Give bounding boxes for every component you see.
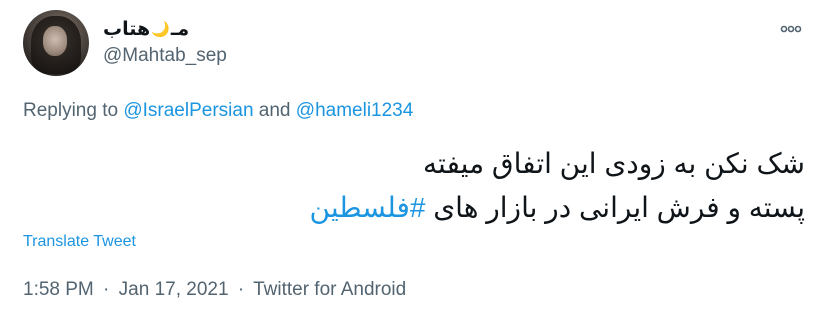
tweet-card: مـ 🌙 هتاب @Mahtab_sep Replying to @Israe…: [0, 0, 827, 323]
tweet-line-1: شک نکن به زودی این اتفاق میفته: [423, 148, 805, 179]
replying-conjunction: and: [258, 100, 291, 121]
display-name-suffix: هتاب: [103, 18, 151, 40]
tweet-source: Twitter for Android: [253, 279, 407, 300]
translate-tweet-link[interactable]: Translate Tweet: [23, 233, 136, 251]
more-horizontal-icon: [780, 25, 802, 33]
tweet-line-2-text: پسته و فرش ایرانی در بازار های: [433, 192, 805, 223]
tweet-line-2: پسته و فرش ایرانی در بازار های #فلسطین: [310, 186, 805, 230]
tweet-date[interactable]: Jan 17, 2021: [119, 279, 229, 300]
tweet-meta: 1:58 PM · Jan 17, 2021 · Twitter for And…: [23, 279, 406, 301]
meta-separator: ·: [103, 279, 110, 300]
tweet-text: شک نکن به زودی این اتفاق میفته پسته و فر…: [310, 142, 805, 230]
tweet-time[interactable]: 1:58 PM: [23, 279, 94, 300]
display-name-prefix: مـ: [170, 18, 190, 40]
mention-link-hameli1234[interactable]: @hameli1234: [296, 100, 414, 121]
crescent-moon-icon: 🌙: [151, 21, 170, 38]
display-name[interactable]: مـ 🌙 هتاب: [103, 16, 189, 42]
hashtag-link[interactable]: #فلسطین: [310, 192, 426, 223]
user-handle[interactable]: @Mahtab_sep: [103, 45, 227, 67]
replying-to: Replying to @IsraelPersian and @hameli12…: [23, 100, 413, 122]
replying-prefix: Replying to: [23, 100, 119, 121]
more-options-button[interactable]: [779, 19, 803, 39]
avatar-face: [43, 26, 67, 56]
mention-link-israelpersian[interactable]: @IsraelPersian: [123, 100, 253, 121]
meta-separator: ·: [237, 279, 245, 300]
avatar[interactable]: [23, 10, 89, 76]
